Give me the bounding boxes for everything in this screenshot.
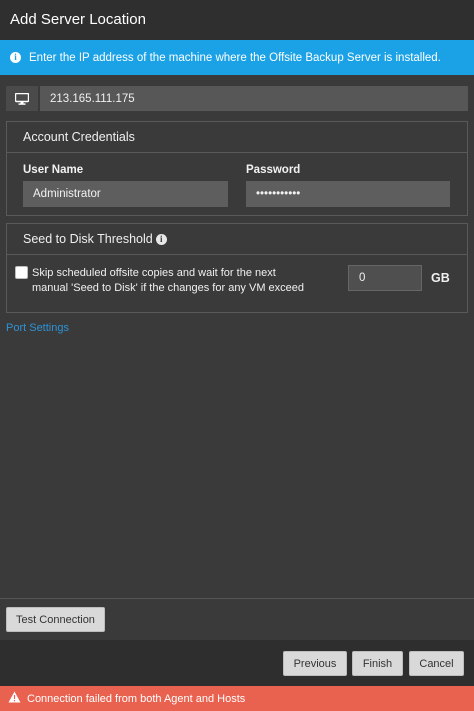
error-message-text: Connection failed from both Agent and Ho… [27, 692, 246, 705]
finish-button[interactable]: Finish [352, 651, 403, 676]
password-label: Password [246, 164, 301, 176]
info-icon: i [10, 52, 21, 63]
ip-address-row [6, 86, 468, 111]
dialog-title-text: Add Server Location [10, 11, 146, 28]
username-input[interactable] [23, 181, 228, 207]
account-credentials-panel: Account Credentials User Name Password [6, 121, 468, 216]
dialog-footer: Previous Finish Cancel [0, 640, 474, 686]
previous-button[interactable]: Previous [283, 651, 347, 676]
seed-to-disk-title: Seed to Disk Threshold [23, 232, 153, 246]
error-message-bar: Connection failed from both Agent and Ho… [0, 686, 474, 711]
seed-to-disk-heading: Seed to Disk Threshold i [7, 224, 467, 255]
username-label: User Name [23, 164, 84, 176]
ip-address-input[interactable] [40, 86, 468, 111]
monitor-icon [6, 86, 38, 111]
info-icon[interactable]: i [155, 234, 167, 245]
threshold-unit: GB [431, 271, 450, 285]
cancel-button[interactable]: Cancel [409, 651, 464, 676]
warning-icon [8, 691, 21, 706]
dialog-title: Add Server Location [0, 0, 474, 40]
divider [0, 598, 474, 599]
threshold-input[interactable] [348, 265, 422, 291]
seed-to-disk-panel: Seed to Disk Threshold i Skip scheduled … [6, 223, 468, 313]
password-input[interactable] [246, 181, 450, 207]
skip-offsite-description: Skip scheduled offsite copies and wait f… [32, 267, 305, 294]
test-connection-button[interactable]: Test Connection [6, 607, 105, 632]
info-banner-text: Enter the IP address of the machine wher… [29, 51, 441, 64]
skip-offsite-checkbox[interactable] [15, 266, 28, 279]
port-settings-link[interactable]: Port Settings [6, 322, 69, 334]
account-credentials-title: Account Credentials [23, 130, 135, 144]
account-credentials-heading: Account Credentials [7, 122, 467, 153]
info-banner: i Enter the IP address of the machine wh… [0, 40, 474, 75]
